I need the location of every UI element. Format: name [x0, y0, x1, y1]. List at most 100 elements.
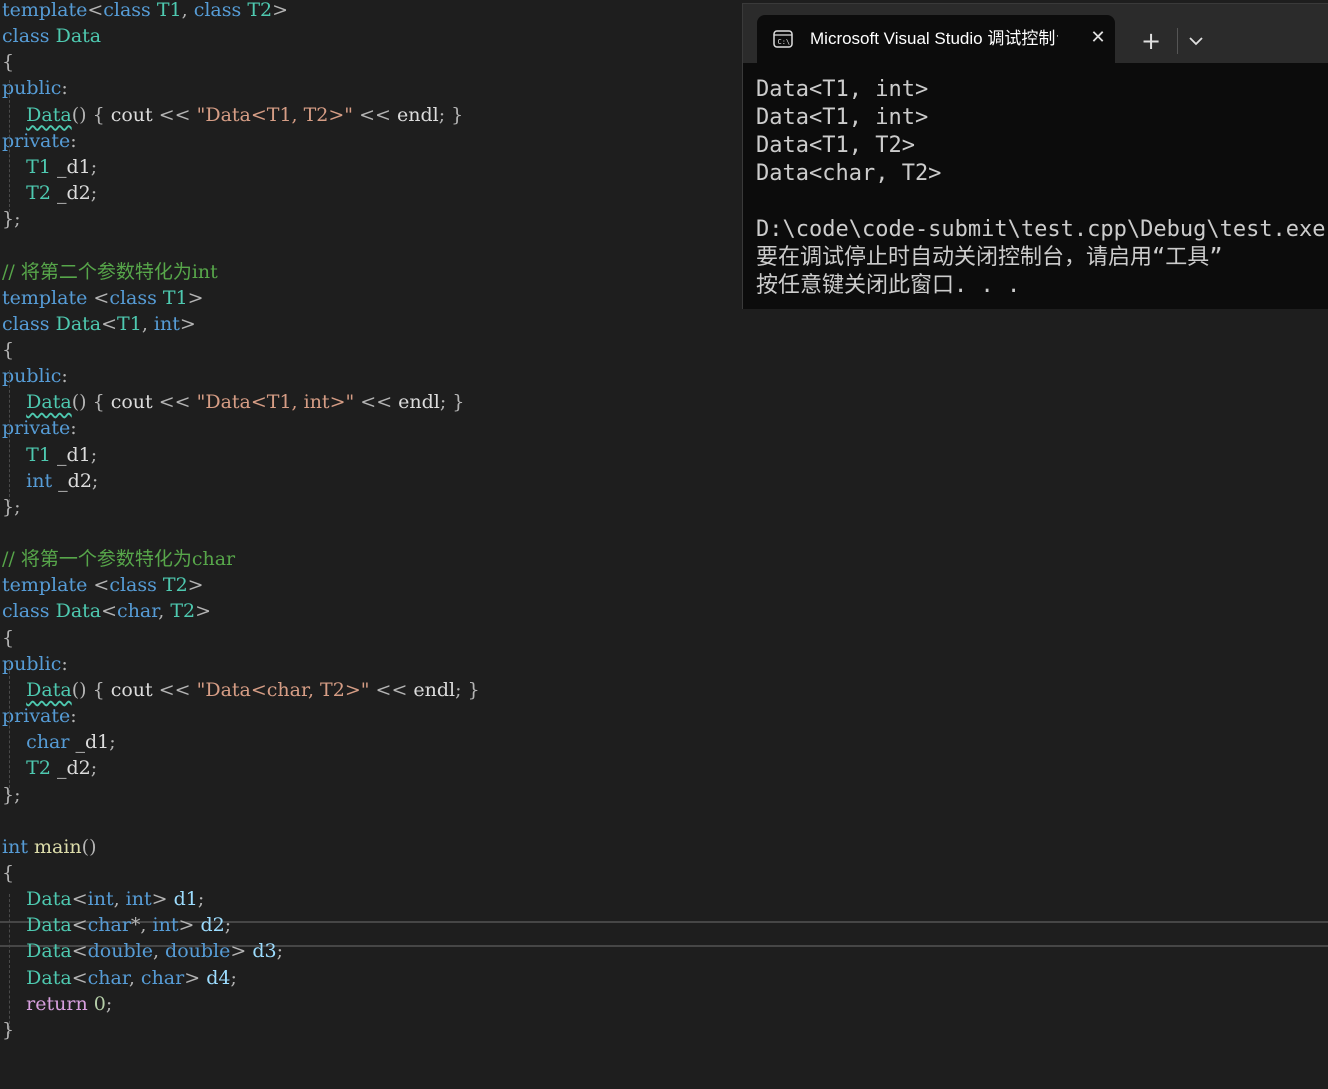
code-token: { — [2, 861, 15, 884]
code-token: private — [2, 129, 71, 152]
code-token: Data — [26, 103, 72, 126]
code-token: , — [141, 312, 154, 335]
code-line: return 0; — [2, 991, 112, 1017]
code-token: class — [109, 574, 157, 597]
code-line: }; — [2, 782, 21, 808]
code-token: _d2 — [50, 182, 91, 205]
code-token: d4 — [206, 966, 231, 989]
code-token: () { — [71, 391, 111, 414]
chevron-down-icon[interactable] — [1181, 26, 1211, 56]
code-line: template <class T1> — [2, 285, 204, 311]
code-token: class — [2, 312, 50, 335]
code-token: , — [128, 966, 141, 989]
code-token: > — [187, 574, 204, 597]
code-token: class — [2, 600, 50, 623]
code-token: "Data<T1, int>" — [196, 391, 355, 414]
indent-guide — [9, 80, 10, 212]
code-token: Data — [55, 600, 102, 623]
code-token: T1 — [26, 443, 51, 466]
code-token: << — [354, 391, 399, 414]
console-titlebar[interactable]: C:\ Microsoft Visual Studio 调试控制台 ✕ + — [743, 4, 1328, 63]
code-token: T2 — [26, 757, 51, 780]
code-token: { — [2, 51, 15, 74]
close-icon[interactable]: ✕ — [1087, 27, 1109, 49]
code-line: }; — [2, 494, 21, 520]
code-token: ; — [90, 182, 98, 205]
debug-console-window[interactable]: C:\ Microsoft Visual Studio 调试控制台 ✕ + Da… — [742, 3, 1328, 309]
code-token: int — [87, 888, 114, 911]
code-token: < — [71, 888, 88, 911]
code-token: < — [101, 600, 118, 623]
code-line: template <class T2> — [2, 572, 204, 598]
code-token: class — [103, 0, 151, 21]
code-token: Data — [55, 25, 102, 48]
code-line: { — [2, 860, 14, 886]
code-token: ; — [91, 469, 99, 492]
code-token: return — [26, 992, 88, 1015]
console-output-line: 要在调试停止时自动关闭控制台，请启用“工具” — [756, 245, 1223, 270]
code-token: Data — [26, 888, 72, 911]
code-token: < — [101, 312, 118, 335]
code-token: T1 — [117, 312, 142, 335]
code-token: endl — [413, 678, 456, 701]
code-line: { — [2, 49, 14, 75]
code-token: > — [272, 0, 288, 21]
code-line: public: — [2, 651, 68, 677]
code-token: > — [184, 966, 207, 989]
svg-text:C:\: C:\ — [778, 38, 791, 46]
code-token: << — [353, 103, 397, 126]
code-token: "Data<T1, T2>" — [196, 103, 354, 126]
code-token: ; } — [439, 391, 465, 414]
indent-guide — [9, 894, 10, 1034]
code-token: < — [71, 966, 88, 989]
code-token: : — [70, 705, 77, 728]
code-token: public — [2, 652, 62, 675]
code-token: _d2 — [52, 469, 92, 492]
code-token: _d2 — [50, 757, 91, 780]
code-line: private: — [2, 128, 77, 154]
new-tab-button[interactable]: + — [1136, 26, 1166, 56]
code-token: private — [2, 417, 71, 440]
console-tab[interactable]: C:\ Microsoft Visual Studio 调试控制台 ✕ — [757, 15, 1115, 63]
console-output[interactable]: Data<T1, int> Data<T1, int> Data<T1, T2> Da… — [756, 76, 1328, 304]
code-token: _d1 — [50, 443, 91, 466]
code-token: Data — [26, 966, 72, 989]
code-token: > — [230, 940, 253, 963]
code-line: template<class T1, class T2> — [2, 0, 288, 23]
code-token: ; } — [438, 103, 464, 126]
code-line: // 将第一个参数特化为char — [2, 546, 235, 572]
code-token: }; — [2, 495, 21, 518]
code-token: < — [87, 0, 104, 21]
code-token: Data — [26, 391, 72, 414]
code-token: , — [158, 600, 171, 623]
code-token: > — [187, 286, 204, 309]
code-token: *, — [130, 914, 153, 937]
code-line: Data() { cout << "Data<char, T2>" << end… — [2, 677, 480, 703]
code-line: public: — [2, 363, 68, 389]
code-line: class Data<T1, int> — [2, 311, 196, 337]
code-line: class Data<char, T2> — [2, 598, 211, 624]
code-line: Data<int, int> d1; — [2, 886, 204, 912]
code-token: () — [81, 835, 97, 858]
code-token: T2 — [26, 182, 51, 205]
code-token: > — [151, 888, 174, 911]
code-token: int — [153, 312, 180, 335]
code-token: double — [87, 940, 153, 963]
code-line: T1 _d1; — [2, 154, 97, 180]
code-token: T1 — [26, 155, 51, 178]
code-token: endl — [398, 391, 440, 414]
code-token: public — [2, 77, 62, 100]
code-line: { — [2, 337, 14, 363]
code-token: int — [152, 914, 179, 937]
console-output-line: Data<T1, int> — [756, 77, 929, 102]
code-token: Data — [26, 914, 72, 937]
code-token: : — [61, 77, 68, 100]
code-token: class — [109, 286, 157, 309]
